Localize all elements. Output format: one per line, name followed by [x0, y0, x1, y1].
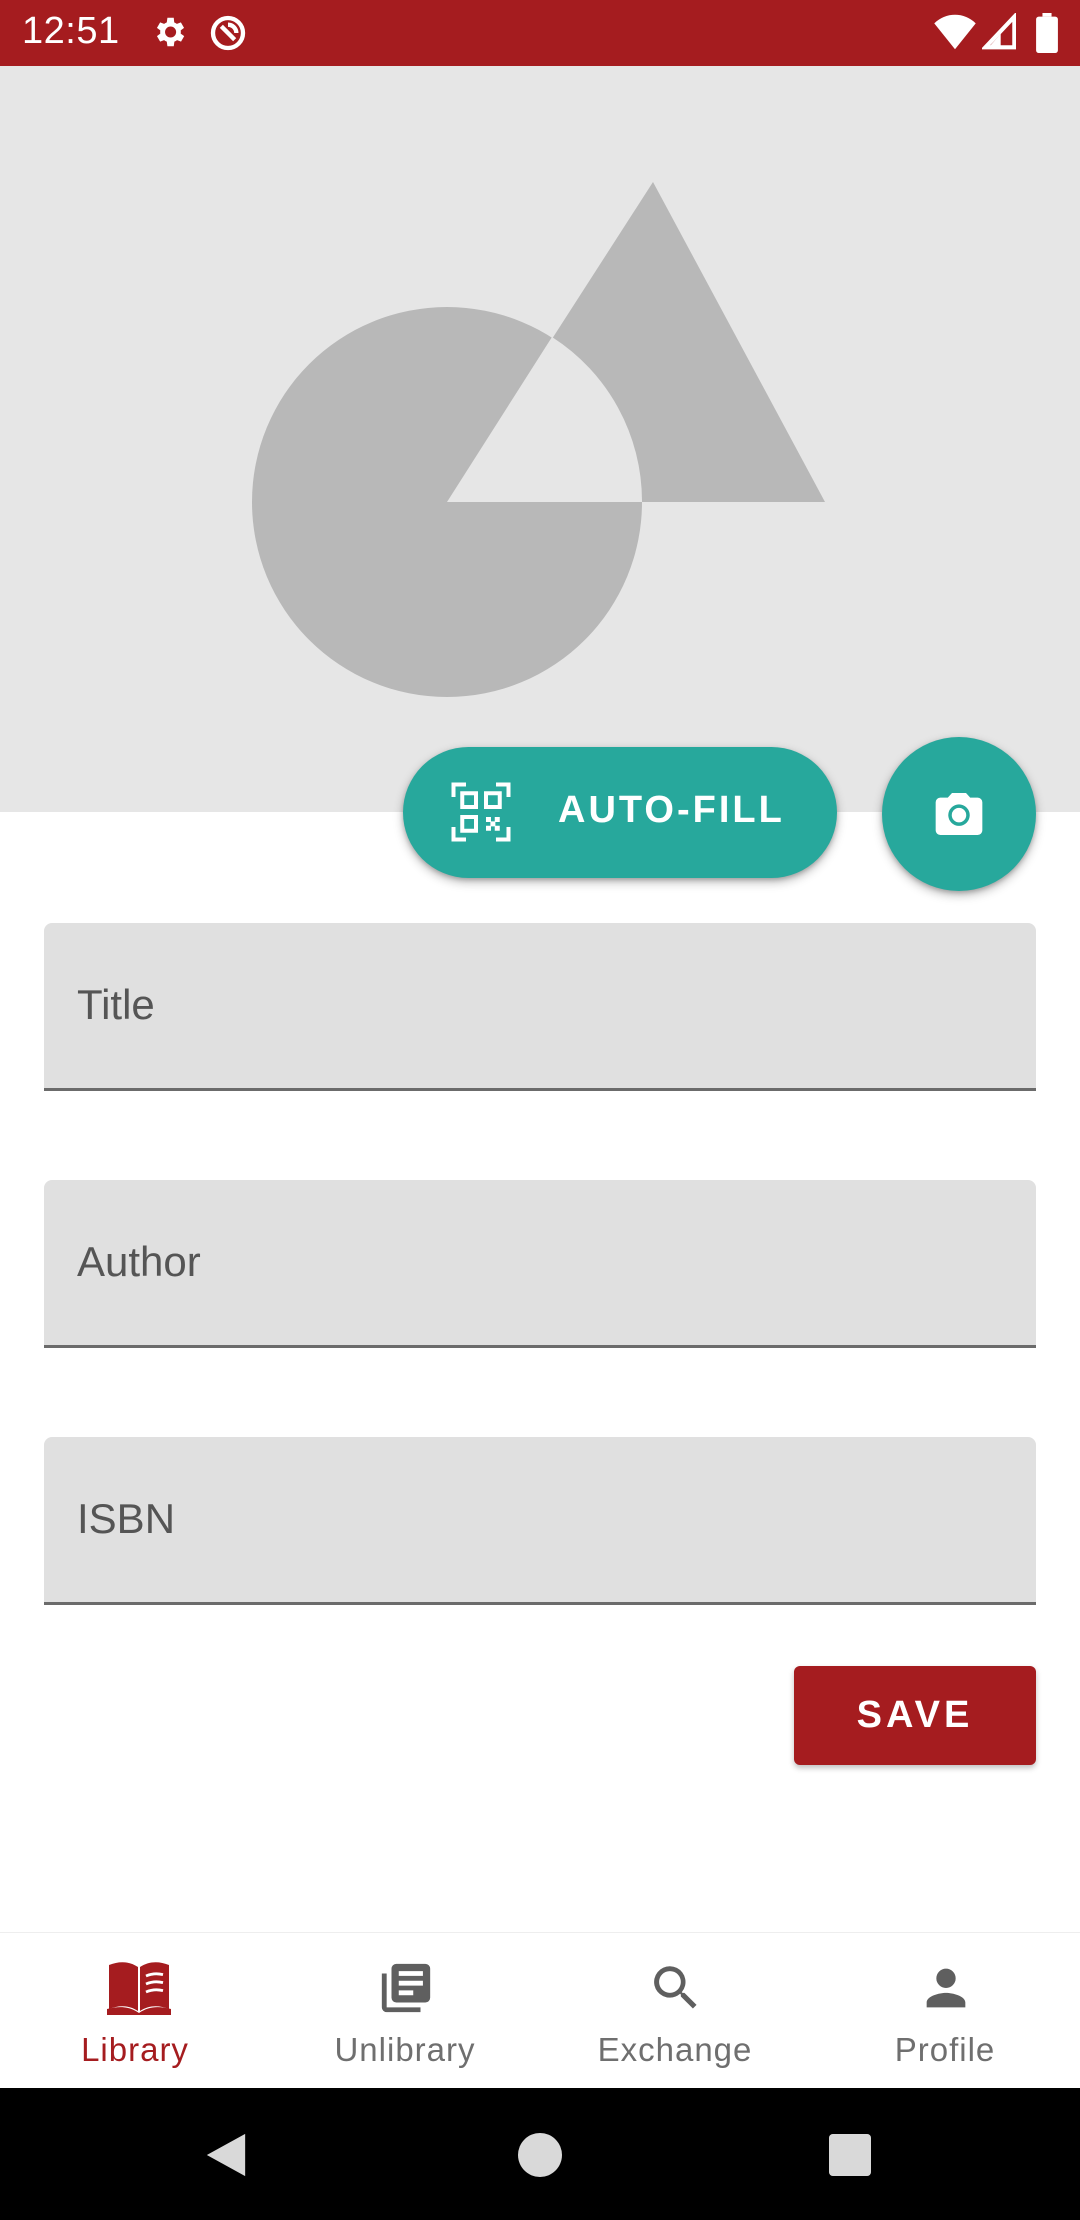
title-field[interactable]: Title	[44, 923, 1036, 1091]
autofill-button[interactable]: AUTO-FILL	[403, 747, 837, 878]
image-placeholder-icon	[252, 182, 825, 697]
open-book-icon	[107, 1962, 171, 2015]
gear-icon	[150, 13, 188, 56]
title-input[interactable]	[77, 923, 1001, 1090]
library-books-icon	[381, 1963, 431, 2013]
autofill-label: AUTO-FILL	[558, 789, 785, 831]
system-navigation-bar	[0, 2088, 1080, 2220]
sync-icon	[208, 13, 248, 58]
nav-item-unlibrary[interactable]: Unlibrary	[270, 1933, 540, 2089]
author-input[interactable]	[77, 1180, 1001, 1347]
author-field[interactable]: Author	[44, 1180, 1036, 1348]
status-time: 12:51	[22, 10, 120, 52]
bottom-navigation: Library Unlibrary Exchange Profile	[0, 1932, 1080, 2089]
qr-code-scan-icon	[451, 782, 511, 847]
status-bar: 12:51	[0, 0, 1080, 66]
nav-item-exchange[interactable]: Exchange	[540, 1933, 810, 2089]
nav-item-profile[interactable]: Profile	[810, 1933, 1080, 2089]
book-cover-placeholder	[0, 66, 1080, 812]
wifi-icon	[934, 13, 976, 56]
isbn-input[interactable]	[77, 1437, 1001, 1604]
nav-label-library: Library	[81, 2031, 189, 2068]
home-icon[interactable]	[518, 2133, 562, 2182]
person-icon	[926, 1968, 966, 2008]
recents-icon[interactable]	[829, 2134, 871, 2181]
nav-label-unlibrary: Unlibrary	[334, 2031, 476, 2068]
battery-icon	[1036, 13, 1058, 58]
camera-button[interactable]	[882, 737, 1036, 891]
nav-item-library[interactable]: Library	[0, 1933, 270, 2089]
camera-icon	[935, 793, 983, 835]
nav-label-exchange: Exchange	[597, 2031, 753, 2068]
search-icon	[654, 1966, 697, 2009]
save-button[interactable]: SAVE	[794, 1666, 1036, 1765]
signal-icon	[980, 11, 1017, 56]
isbn-field[interactable]: ISBN	[44, 1437, 1036, 1605]
back-icon[interactable]	[204, 2132, 248, 2183]
nav-label-profile: Profile	[894, 2031, 996, 2068]
